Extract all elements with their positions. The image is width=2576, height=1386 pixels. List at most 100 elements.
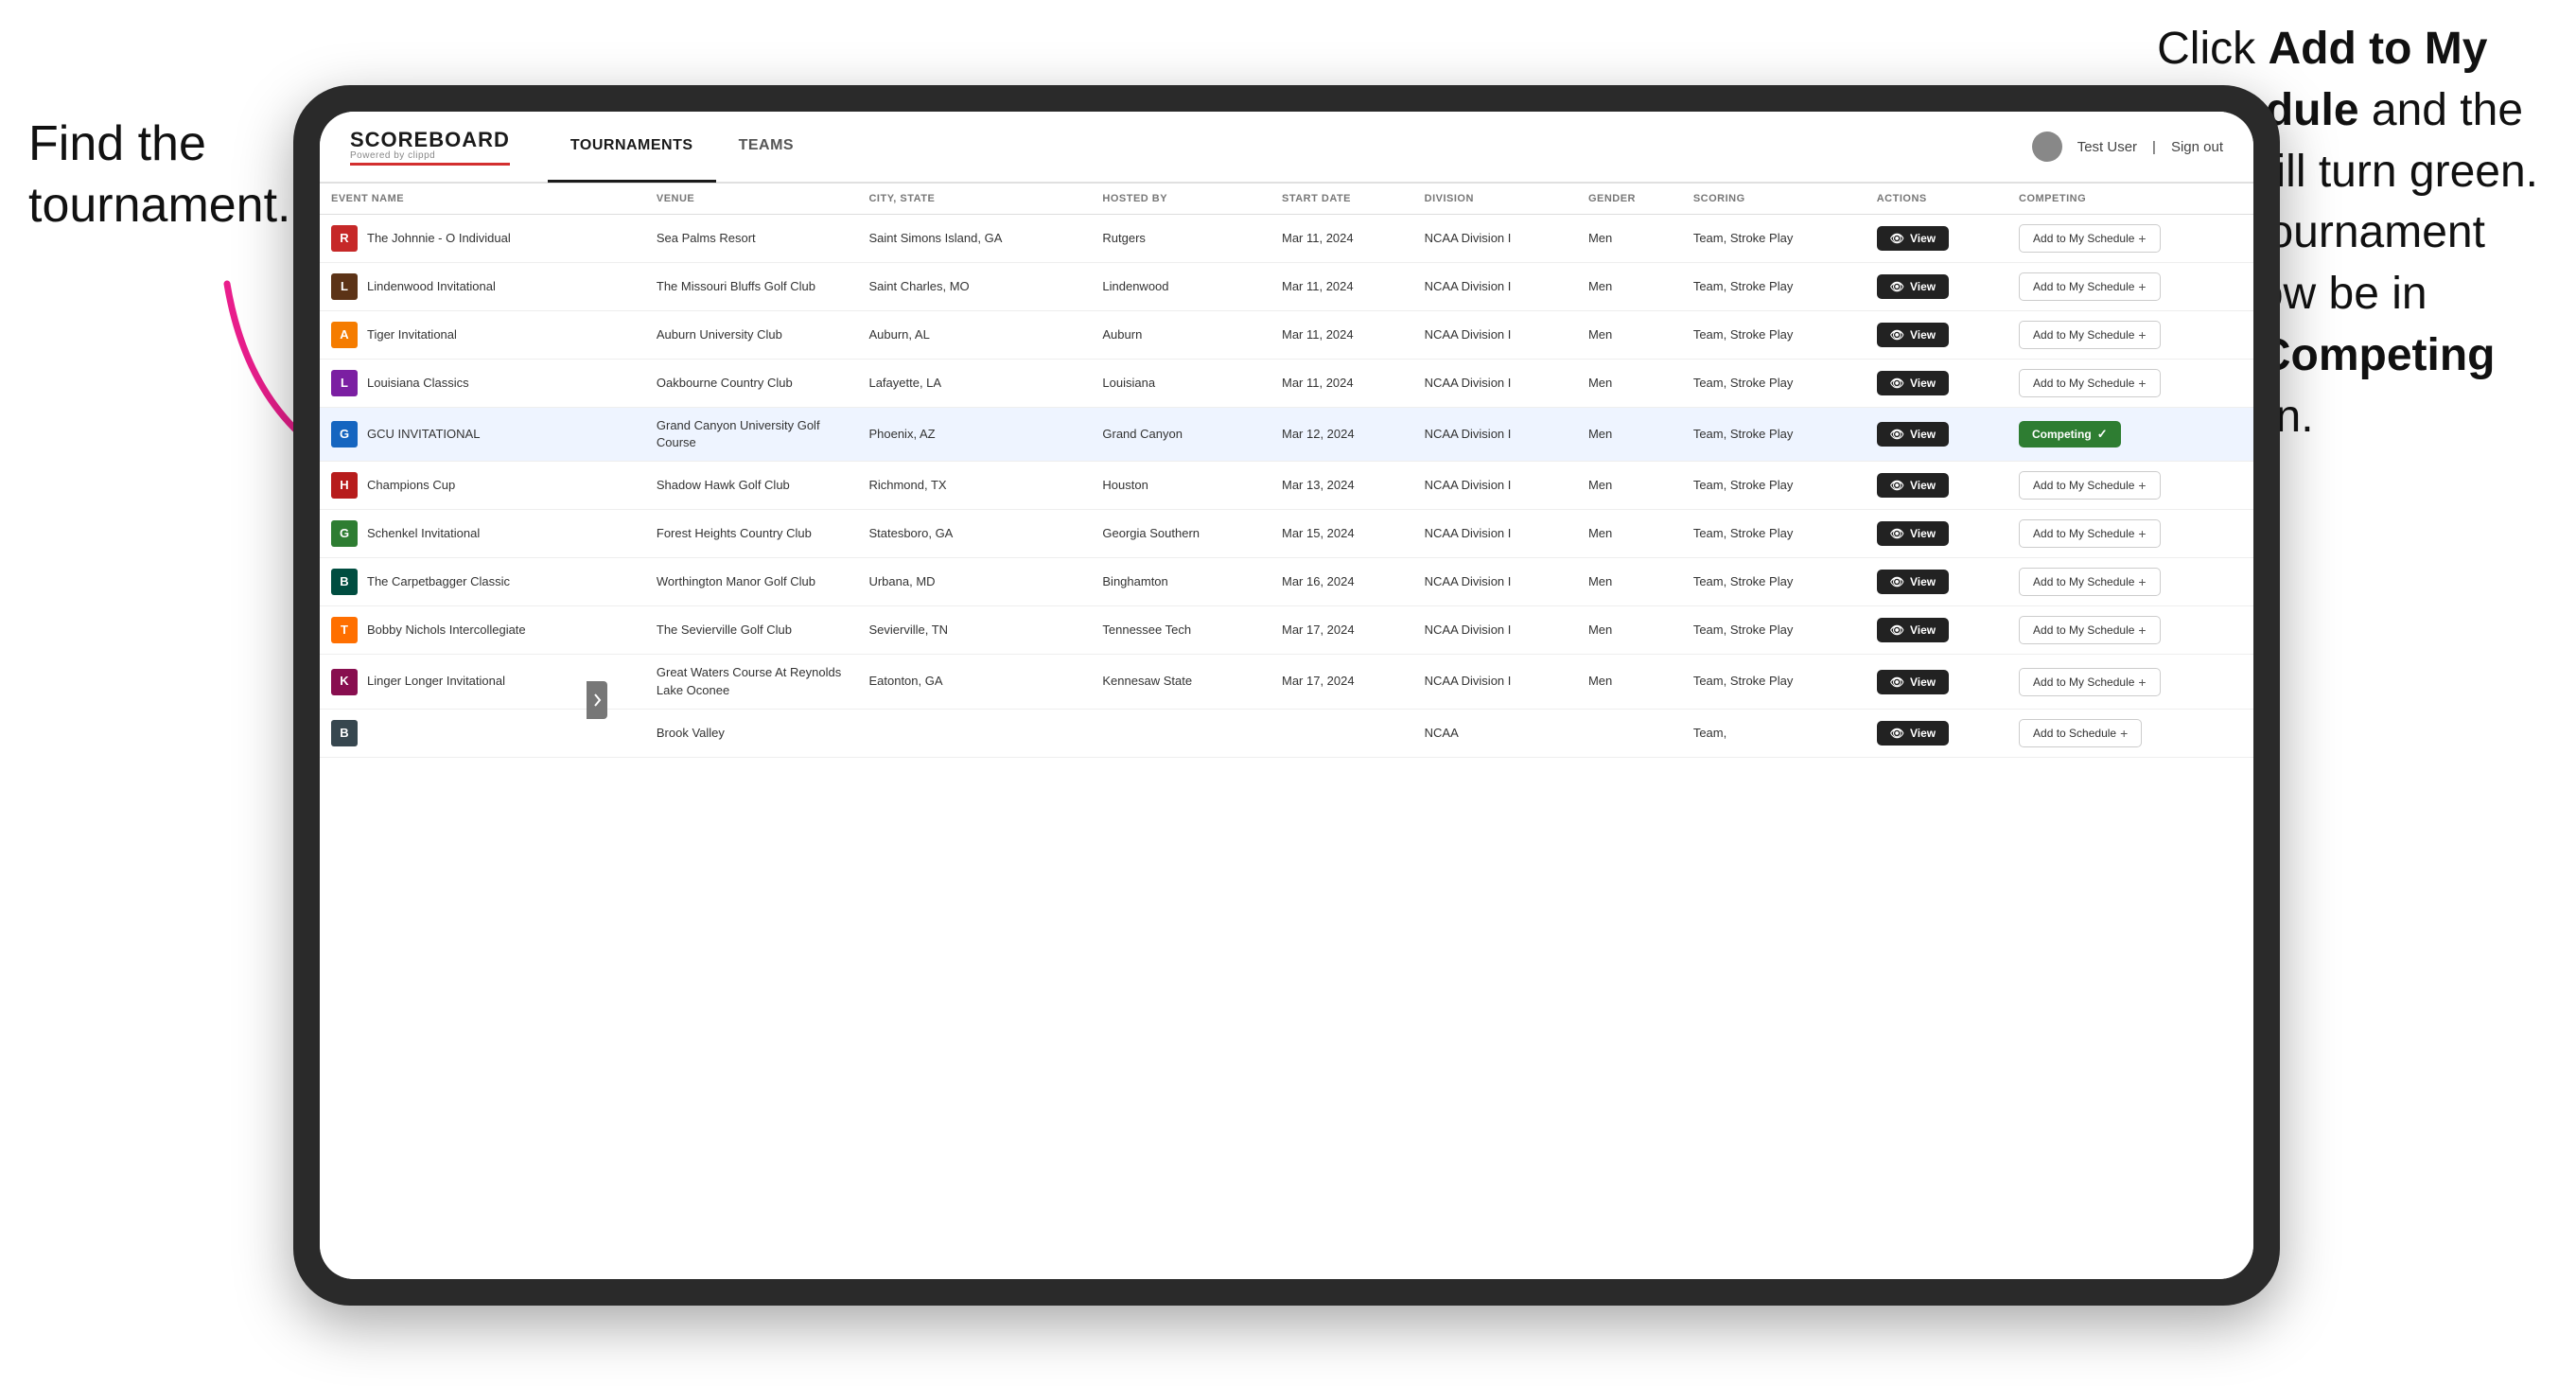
add-to-schedule-button[interactable]: Add to My Schedule+ xyxy=(2019,272,2161,301)
view-button[interactable]: 👁View xyxy=(1877,473,1949,498)
table-row: LLouisiana ClassicsOakbourne Country Clu… xyxy=(320,360,2253,408)
cell-scoring: Team, Stroke Play xyxy=(1682,606,1866,655)
cell-venue: Sea Palms Resort xyxy=(645,215,858,263)
cell-division: NCAA xyxy=(1413,709,1577,757)
add-to-schedule-button[interactable]: Add to Schedule+ xyxy=(2019,719,2142,747)
cell-city-state: Saint Simons Island, GA xyxy=(857,215,1091,263)
cell-scoring: Team, Stroke Play xyxy=(1682,263,1866,311)
cell-division: NCAA Division I xyxy=(1413,510,1577,558)
table-row: LLindenwood InvitationalThe Missouri Blu… xyxy=(320,263,2253,311)
cell-city-state: Sevierville, TN xyxy=(857,606,1091,655)
cell-city-state xyxy=(857,709,1091,757)
team-logo: K xyxy=(331,669,358,695)
add-to-schedule-button[interactable]: Add to My Schedule+ xyxy=(2019,668,2161,696)
table-row: BThe Carpetbagger ClassicWorthington Man… xyxy=(320,558,2253,606)
view-button[interactable]: 👁View xyxy=(1877,721,1949,746)
cell-gender: Men xyxy=(1577,215,1682,263)
cell-scoring: Team, Stroke Play xyxy=(1682,655,1866,709)
cell-division: NCAA Division I xyxy=(1413,360,1577,408)
cell-division: NCAA Division I xyxy=(1413,311,1577,360)
eye-icon: 👁 xyxy=(1890,280,1904,293)
team-logo: T xyxy=(331,617,358,643)
sign-out-link[interactable]: Sign out xyxy=(2171,139,2223,155)
cell-actions: 👁View xyxy=(1866,606,2007,655)
cell-actions: 👁View xyxy=(1866,360,2007,408)
eye-icon: 👁 xyxy=(1890,727,1904,740)
cell-competing: Add to My Schedule+ xyxy=(2007,462,2253,510)
tab-tournaments[interactable]: TOURNAMENTS xyxy=(548,112,716,183)
eye-icon: 👁 xyxy=(1890,575,1904,588)
cell-actions: 👁View xyxy=(1866,655,2007,709)
cell-hosted-by: Louisiana xyxy=(1091,360,1270,408)
cell-city-state: Lafayette, LA xyxy=(857,360,1091,408)
view-button[interactable]: 👁View xyxy=(1877,618,1949,642)
cell-competing: Add to My Schedule+ xyxy=(2007,606,2253,655)
cell-hosted-by: Binghamton xyxy=(1091,558,1270,606)
cell-start-date: Mar 17, 2024 xyxy=(1270,606,1413,655)
nav-tabs: TOURNAMENTS TEAMS xyxy=(548,112,816,183)
add-to-schedule-button[interactable]: Add to My Schedule+ xyxy=(2019,519,2161,548)
cell-competing: Add to My Schedule+ xyxy=(2007,215,2253,263)
event-name-text: GCU INVITATIONAL xyxy=(367,426,480,443)
header-right: Test User | Sign out xyxy=(2032,132,2223,162)
cell-gender: Men xyxy=(1577,263,1682,311)
plus-icon: + xyxy=(2120,726,2128,741)
col-actions: ACTIONS xyxy=(1866,184,2007,215)
cell-competing: Add to My Schedule+ xyxy=(2007,360,2253,408)
cell-competing: Add to My Schedule+ xyxy=(2007,510,2253,558)
cell-actions: 👁View xyxy=(1866,408,2007,462)
view-button[interactable]: 👁View xyxy=(1877,570,1949,594)
cell-city-state: Statesboro, GA xyxy=(857,510,1091,558)
cell-start-date: Mar 15, 2024 xyxy=(1270,510,1413,558)
cell-competing: Add to My Schedule+ xyxy=(2007,311,2253,360)
cell-start-date: Mar 13, 2024 xyxy=(1270,462,1413,510)
cell-city-state: Phoenix, AZ xyxy=(857,408,1091,462)
eye-icon: 👁 xyxy=(1890,675,1904,689)
plus-icon: + xyxy=(2138,231,2146,246)
team-logo: B xyxy=(331,569,358,595)
cell-start-date xyxy=(1270,709,1413,757)
tablet-side-nav[interactable] xyxy=(587,681,607,719)
cell-actions: 👁View xyxy=(1866,462,2007,510)
cell-gender: Men xyxy=(1577,510,1682,558)
cell-hosted-by: Grand Canyon xyxy=(1091,408,1270,462)
cell-hosted-by xyxy=(1091,709,1270,757)
cell-actions: 👁View xyxy=(1866,558,2007,606)
add-to-schedule-button[interactable]: Add to My Schedule+ xyxy=(2019,224,2161,253)
cell-city-state: Urbana, MD xyxy=(857,558,1091,606)
team-logo: L xyxy=(331,370,358,396)
view-button[interactable]: 👁View xyxy=(1877,670,1949,694)
table-row: GSchenkel InvitationalForest Heights Cou… xyxy=(320,510,2253,558)
add-to-schedule-button[interactable]: Add to My Schedule+ xyxy=(2019,568,2161,596)
view-button[interactable]: 👁View xyxy=(1877,371,1949,395)
competing-button[interactable]: Competing✓ xyxy=(2019,421,2121,447)
table-header-row: EVENT NAME VENUE CITY, STATE HOSTED BY S… xyxy=(320,184,2253,215)
add-to-schedule-button[interactable]: Add to My Schedule+ xyxy=(2019,616,2161,644)
cell-event-name: BThe Carpetbagger Classic xyxy=(320,558,645,606)
table-row: RThe Johnnie - O IndividualSea Palms Res… xyxy=(320,215,2253,263)
view-button[interactable]: 👁View xyxy=(1877,521,1949,546)
view-button[interactable]: 👁View xyxy=(1877,323,1949,347)
view-button[interactable]: 👁View xyxy=(1877,422,1949,447)
add-to-schedule-button[interactable]: Add to My Schedule+ xyxy=(2019,369,2161,397)
view-button[interactable]: 👁View xyxy=(1877,226,1949,251)
cell-gender: Men xyxy=(1577,655,1682,709)
eye-icon: 👁 xyxy=(1890,623,1904,637)
cell-venue: Auburn University Club xyxy=(645,311,858,360)
event-name-text: Louisiana Classics xyxy=(367,375,469,392)
cell-venue: Shadow Hawk Golf Club xyxy=(645,462,858,510)
add-to-schedule-button[interactable]: Add to My Schedule+ xyxy=(2019,471,2161,500)
cell-scoring: Team, Stroke Play xyxy=(1682,311,1866,360)
team-logo: G xyxy=(331,520,358,547)
table-row: BBrook ValleyNCAATeam,👁ViewAdd to Schedu… xyxy=(320,709,2253,757)
plus-icon: + xyxy=(2138,675,2146,690)
cell-city-state: Auburn, AL xyxy=(857,311,1091,360)
tournaments-table: EVENT NAME VENUE CITY, STATE HOSTED BY S… xyxy=(320,184,2253,758)
plus-icon: + xyxy=(2138,574,2146,589)
tab-teams[interactable]: TEAMS xyxy=(716,112,817,183)
team-logo: G xyxy=(331,421,358,447)
table-row: HChampions CupShadow Hawk Golf ClubRichm… xyxy=(320,462,2253,510)
view-button[interactable]: 👁View xyxy=(1877,274,1949,299)
add-to-schedule-button[interactable]: Add to My Schedule+ xyxy=(2019,321,2161,349)
cell-start-date: Mar 11, 2024 xyxy=(1270,360,1413,408)
